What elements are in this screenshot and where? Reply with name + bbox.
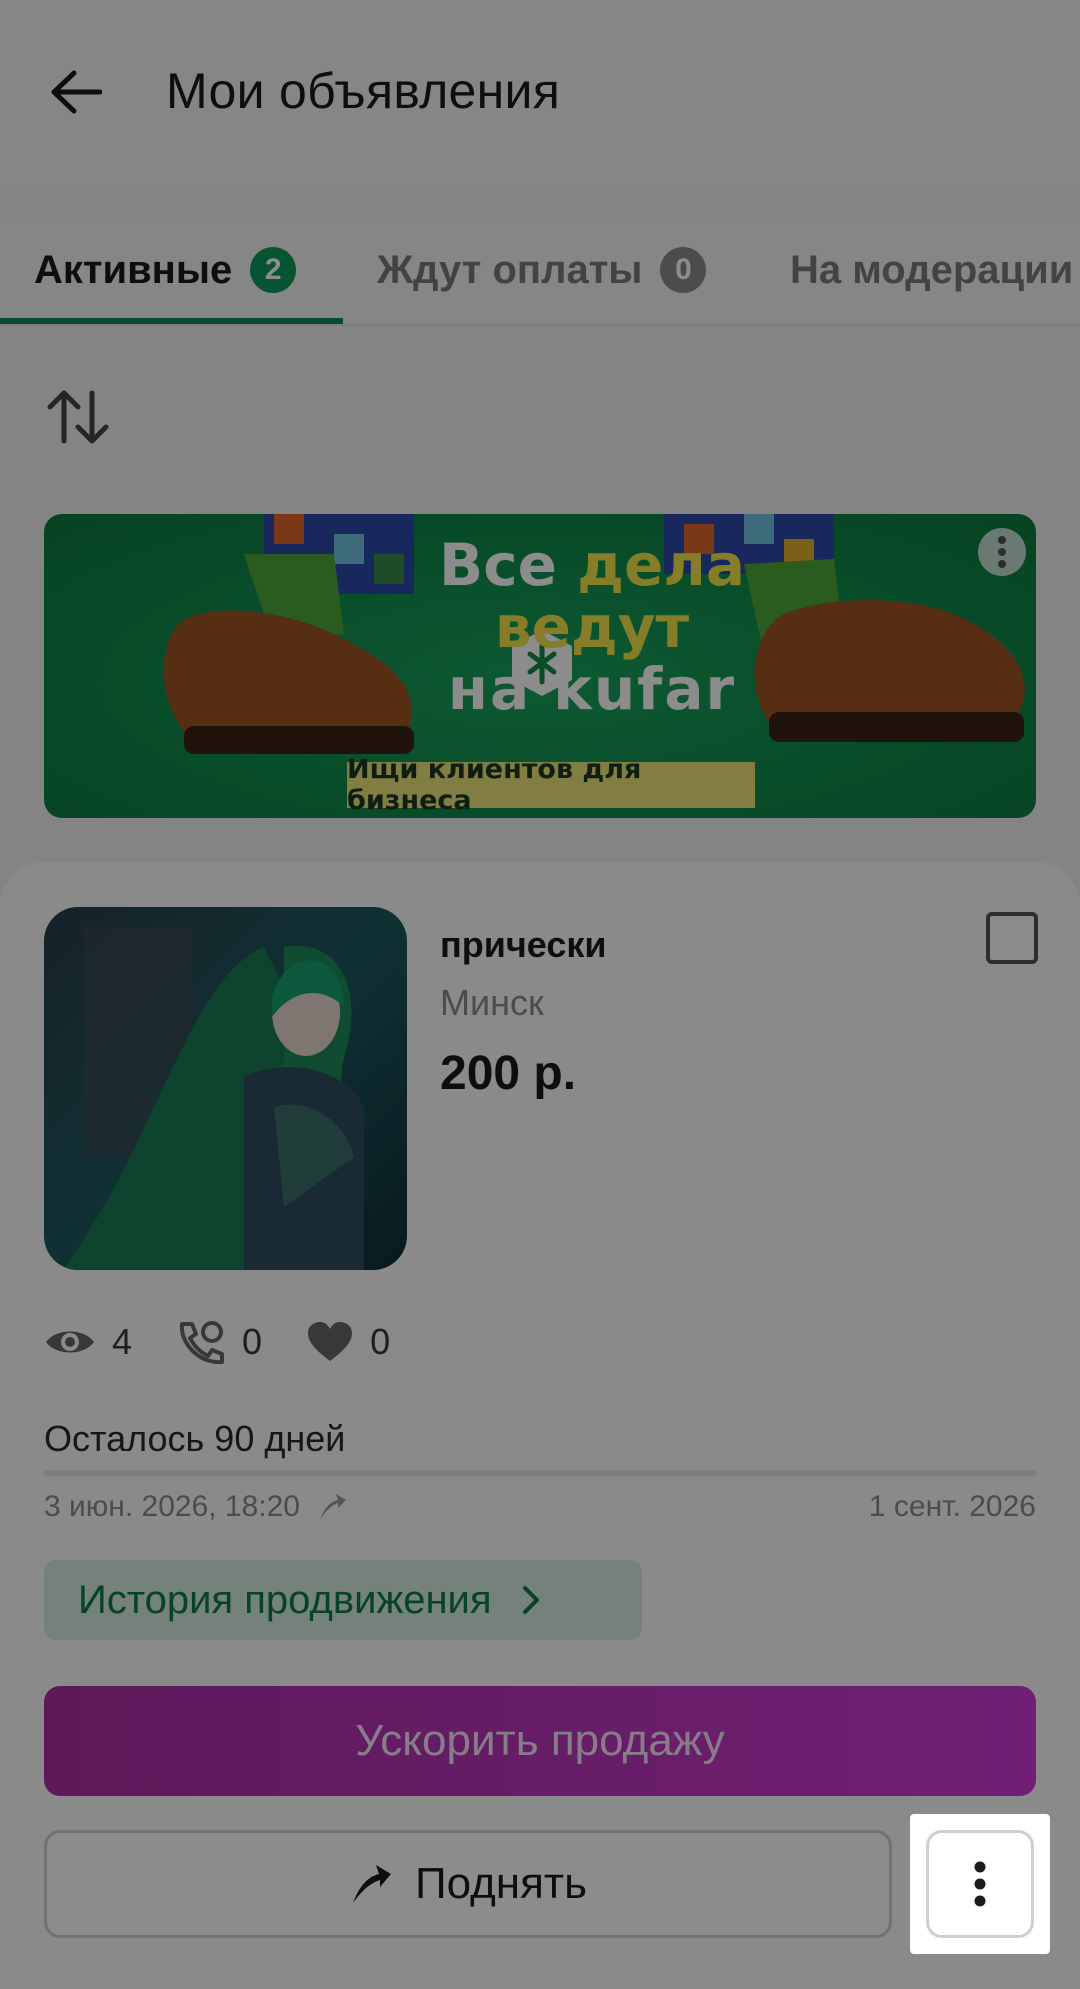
eye-icon <box>46 1331 94 1353</box>
kebab-icon <box>998 536 1006 568</box>
tab-bar: Активные 2 Ждут оплаты 0 На модерации <box>0 218 1080 326</box>
raise-listing-button[interactable]: Поднять <box>44 1830 892 1938</box>
back-button[interactable] <box>44 60 108 124</box>
listing-stats: 4 0 0 <box>44 1316 434 1368</box>
promotion-history-label: История продвижения <box>78 1577 492 1622</box>
tab-label: На модерации <box>790 247 1074 292</box>
calls-count: 0 <box>242 1321 263 1362</box>
heart-icon <box>308 1322 353 1361</box>
raise-arrow-icon <box>320 1494 346 1520</box>
page-title: Мои объявления <box>166 63 561 119</box>
tab-count-badge: 2 <box>250 247 297 293</box>
tab-moderation[interactable]: На модерации <box>790 246 1073 294</box>
tab-awaiting-payment[interactable]: Ждут оплаты 0 <box>377 246 707 294</box>
listing-photo <box>44 907 407 1270</box>
tab-active-listings[interactable]: Активные 2 <box>34 246 297 294</box>
listing-period-progress <box>44 1470 1036 1476</box>
listing-price: 200 р. <box>440 1047 577 1100</box>
kebab-icon <box>974 1861 986 1907</box>
banner-options-button[interactable] <box>978 528 1026 576</box>
boost-sale-button[interactable]: Ускорить продажу <box>44 1686 1036 1796</box>
calls-stat: 0 <box>176 1320 262 1364</box>
select-checkbox[interactable] <box>986 912 1038 964</box>
tab-label: Ждут оплаты <box>377 247 643 292</box>
spotlight-more-options[interactable] <box>910 1814 1050 1954</box>
tab-label: Активные <box>34 247 233 292</box>
banner-line1-a: Все <box>439 531 578 599</box>
listing-thumbnail[interactable] <box>44 907 407 1270</box>
promotion-history-button[interactable]: История продвижения <box>44 1560 642 1640</box>
favorites-count: 0 <box>370 1321 391 1362</box>
listing-end-date: 1 сент. 2026 <box>868 1490 1036 1523</box>
views-stat: 4 <box>44 1321 132 1363</box>
listing-title[interactable]: прически <box>440 924 606 966</box>
banner-cta: Ищи клиентов для бизнеса <box>347 754 755 816</box>
phone-icon <box>180 1321 225 1364</box>
days-remaining: Осталось 90 дней <box>44 1418 346 1459</box>
active-tab-indicator <box>0 318 343 324</box>
tab-count-badge: 0 <box>660 247 707 293</box>
chevron-right-icon <box>522 1586 539 1614</box>
start-date-text: 3 июн. 2026, 18:20 <box>44 1490 300 1523</box>
more-options-button[interactable] <box>926 1830 1034 1938</box>
listing-start-date: 3 июн. 2026, 18:20 <box>44 1490 348 1524</box>
views-count: 4 <box>112 1321 133 1362</box>
raise-arrow-icon <box>352 1865 391 1903</box>
arrow-left-icon <box>51 70 102 114</box>
ad-banner[interactable]: Все дела ведут на kufar Ищи клиентов для… <box>44 514 1036 818</box>
listing-city: Минск <box>440 982 544 1023</box>
sort-button[interactable] <box>44 385 112 449</box>
banner-line2: ведут <box>494 593 690 661</box>
banner-line1-b: дела <box>577 531 745 599</box>
raise-label: Поднять <box>414 1859 587 1908</box>
favorites-stat: 0 <box>306 1321 390 1363</box>
sort-arrows-icon <box>47 390 109 444</box>
banner-headline: Все дела ведут на kufar <box>412 534 772 720</box>
banner-line3: на kufar <box>447 655 737 723</box>
